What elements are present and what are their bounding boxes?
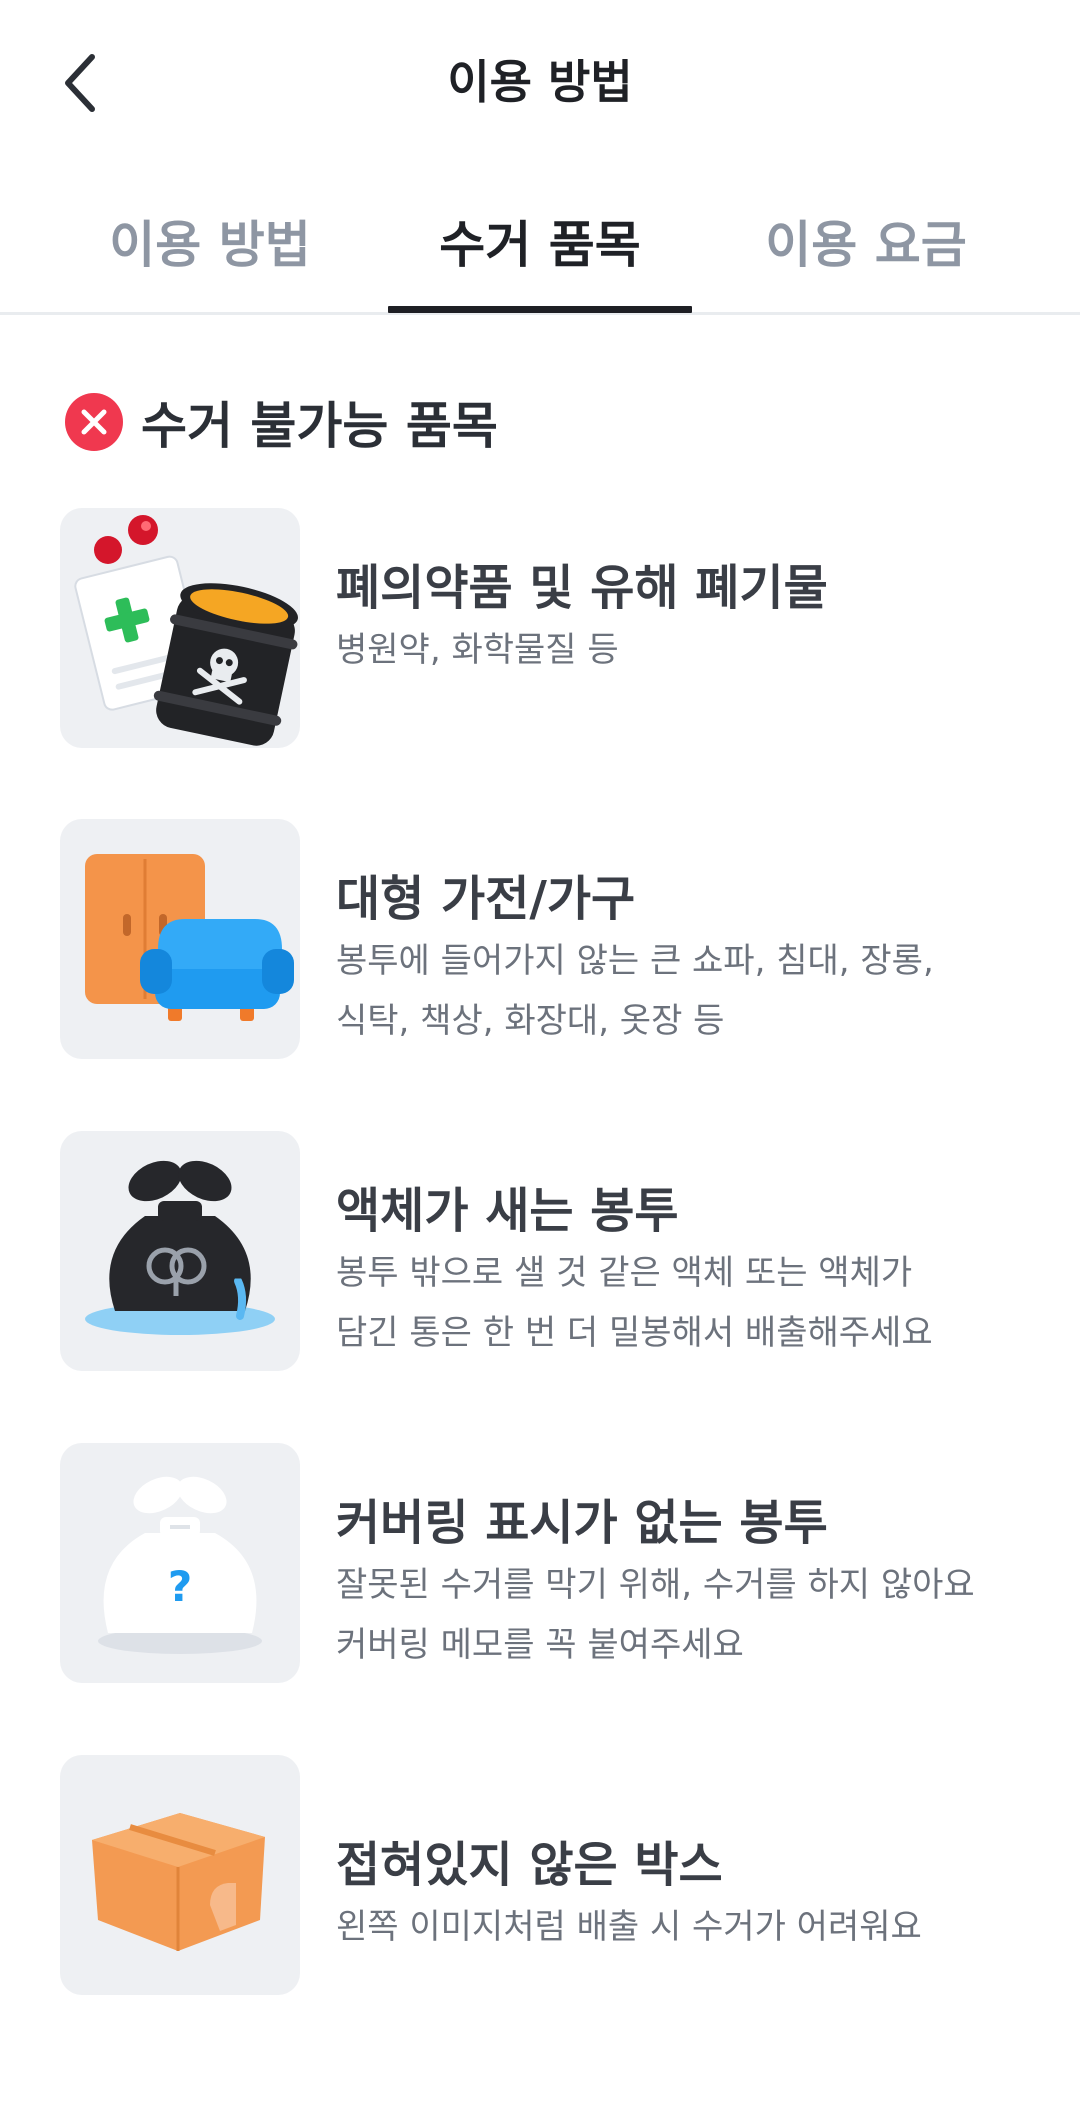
page-title: 이용 방법 [447, 55, 633, 109]
item-title: 대형 가전/가구 [336, 871, 636, 927]
tab-pricing[interactable]: 이용 요금 [716, 215, 1016, 310]
item-description: 식탁, 책상, 화장대, 옷장 등 [336, 1001, 725, 1041]
list-item-leaking-bag: 액체가 새는 봉투 봉투 밖으로 샐 것 같은 액체 또는 액체가 담긴 통은 … [60, 1131, 1020, 1371]
item-title: 접혀있지 않은 박스 [336, 1837, 723, 1893]
item-description: 봉투에 들어가지 않는 큰 쇼파, 침대, 장롱, [336, 941, 934, 981]
item-title: 액체가 새는 봉투 [336, 1183, 679, 1239]
svg-text:?: ? [168, 1562, 192, 1611]
furniture-icon [60, 819, 300, 1059]
item-title: 폐의약품 및 유해 폐기물 [336, 560, 828, 616]
item-description: 병원약, 화학물질 등 [336, 630, 619, 670]
tab-collection-items[interactable]: 수거 품목 [390, 215, 690, 310]
item-description: 잘못된 수거를 막기 위해, 수거를 하지 않아요 [336, 1565, 975, 1605]
list-item-large-furniture: 대형 가전/가구 봉투에 들어가지 않는 큰 쇼파, 침대, 장롱, 식탁, 책… [60, 819, 1020, 1059]
leaking-bag-icon [60, 1131, 300, 1371]
item-description: 봉투 밖으로 샐 것 같은 액체 또는 액체가 [336, 1253, 913, 1293]
active-tab-indicator [388, 306, 692, 313]
section-header: 수거 불가능 품목 [65, 392, 498, 455]
header: 이용 방법 [0, 0, 1080, 170]
tab-usage[interactable]: 이용 방법 [60, 215, 360, 310]
unfolded-box-icon [60, 1755, 300, 1995]
item-title: 커버링 표시가 없는 봉투 [336, 1495, 828, 1551]
unmarked-bag-icon: ? [60, 1443, 300, 1683]
list-item-unfolded-box: 접혀있지 않은 박스 왼쪽 이미지처럼 배출 시 수거가 어려워요 [60, 1755, 1020, 1995]
item-description: 커버링 메모를 꼭 붙여주세요 [336, 1625, 744, 1665]
x-circle-icon [65, 393, 123, 451]
tab-bar: 이용 방법 수거 품목 이용 요금 [0, 195, 1080, 315]
section-title: 수거 불가능 품목 [141, 397, 498, 455]
item-description: 담긴 통은 한 번 더 밀봉해서 배출해주세요 [336, 1313, 933, 1353]
hazardous-waste-icon [60, 508, 300, 748]
list-item-hazardous-waste: 폐의약품 및 유해 폐기물 병원약, 화학물질 등 [60, 508, 1020, 748]
item-description: 왼쪽 이미지처럼 배출 시 수거가 어려워요 [336, 1907, 922, 1947]
list-item-unmarked-bag: ? 커버링 표시가 없는 봉투 잘못된 수거를 막기 위해, 수거를 하지 않아… [60, 1443, 1020, 1683]
